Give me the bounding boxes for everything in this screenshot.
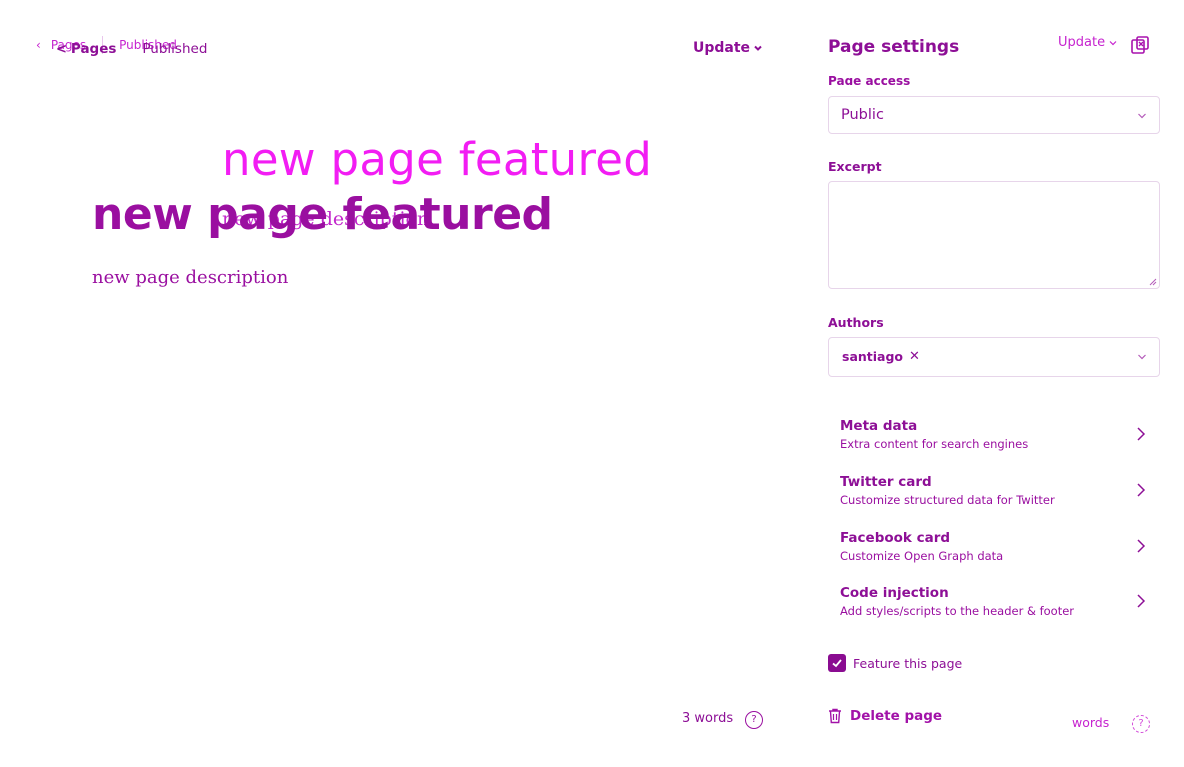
author-token: santiago ✕ <box>842 349 920 364</box>
menu-item-title: Twitter card <box>840 474 932 490</box>
help-icon-ghost: ? <box>1132 715 1150 733</box>
back-arrow-icon[interactable]: < <box>56 42 67 57</box>
panel-title: Page settings <box>828 37 960 57</box>
page-description[interactable]: new page description <box>92 267 288 288</box>
resize-grip-icon[interactable] <box>1149 278 1157 286</box>
page-title[interactable]: new page featured <box>92 189 553 240</box>
author-name: santiago <box>842 349 904 364</box>
menu-item-subtitle: Extra content for search engines <box>840 437 1029 451</box>
chevron-right-icon <box>1137 539 1146 553</box>
menu-item-meta-data[interactable]: Meta data Extra content for search engin… <box>840 418 1152 462</box>
feature-label: Feature this page <box>853 655 963 671</box>
update-button[interactable]: Update <box>693 40 763 56</box>
menu-item-facebook-card[interactable]: Facebook card Customize Open Graph data <box>840 530 1152 574</box>
remove-author-icon[interactable]: ✕ <box>909 349 920 364</box>
trash-icon <box>829 708 841 724</box>
page-title-ghost: new page featured <box>222 133 653 186</box>
chevron-right-icon <box>1137 427 1146 441</box>
update-button-label: Update <box>693 40 751 56</box>
menu-item-title: Meta data <box>840 418 918 434</box>
menu-item-title: Facebook card <box>840 530 951 546</box>
page-access-value: Public <box>841 107 884 123</box>
update-button-ghost: Update <box>1058 35 1118 50</box>
publish-status: Published <box>142 41 208 57</box>
menu-item-subtitle: Customize Open Graph data <box>840 549 1004 563</box>
chevron-left-icon: ‹ <box>36 38 41 52</box>
chevron-down-icon <box>754 45 762 51</box>
feature-page-toggle[interactable]: Feature this page <box>828 654 962 672</box>
feature-checkbox[interactable] <box>828 654 846 672</box>
delete-page-label: Delete page <box>850 708 943 724</box>
menu-item-subtitle: Customize structured data for Twitter <box>840 493 1055 507</box>
delete-page-button[interactable]: Delete page <box>828 708 942 724</box>
menu-item-code-injection[interactable]: Code injection Add styles/scripts to the… <box>840 585 1152 629</box>
excerpt-textarea[interactable] <box>828 181 1160 289</box>
chevron-down-icon <box>1109 40 1117 45</box>
help-icon[interactable]: ? <box>745 711 763 729</box>
menu-item-subtitle: Add styles/scripts to the header & foote… <box>840 604 1075 618</box>
word-count-ghost: words <box>1072 715 1110 730</box>
menu-item-twitter-card[interactable]: Twitter card Customize structured data f… <box>840 474 1152 518</box>
word-count: 3 words <box>682 711 734 726</box>
page-access-label: Page access <box>828 74 911 85</box>
check-icon <box>832 659 842 668</box>
page-access-select[interactable]: Public <box>828 96 1160 134</box>
update-ghost-label: Update <box>1058 35 1106 50</box>
chevron-down-icon <box>1138 113 1146 119</box>
back-to-pages-link[interactable]: Pages <box>71 41 117 57</box>
chevron-right-icon <box>1137 483 1146 497</box>
excerpt-label: Excerpt <box>828 159 882 174</box>
chevron-down-icon <box>1138 354 1146 360</box>
breadcrumb: < Pages Published <box>56 41 207 57</box>
authors-select[interactable]: santiago ✕ <box>828 337 1160 377</box>
authors-label: Authors <box>828 315 884 330</box>
menu-item-title: Code injection <box>840 585 949 601</box>
close-panel-icon[interactable] <box>1129 34 1151 56</box>
chevron-right-icon <box>1137 594 1146 608</box>
